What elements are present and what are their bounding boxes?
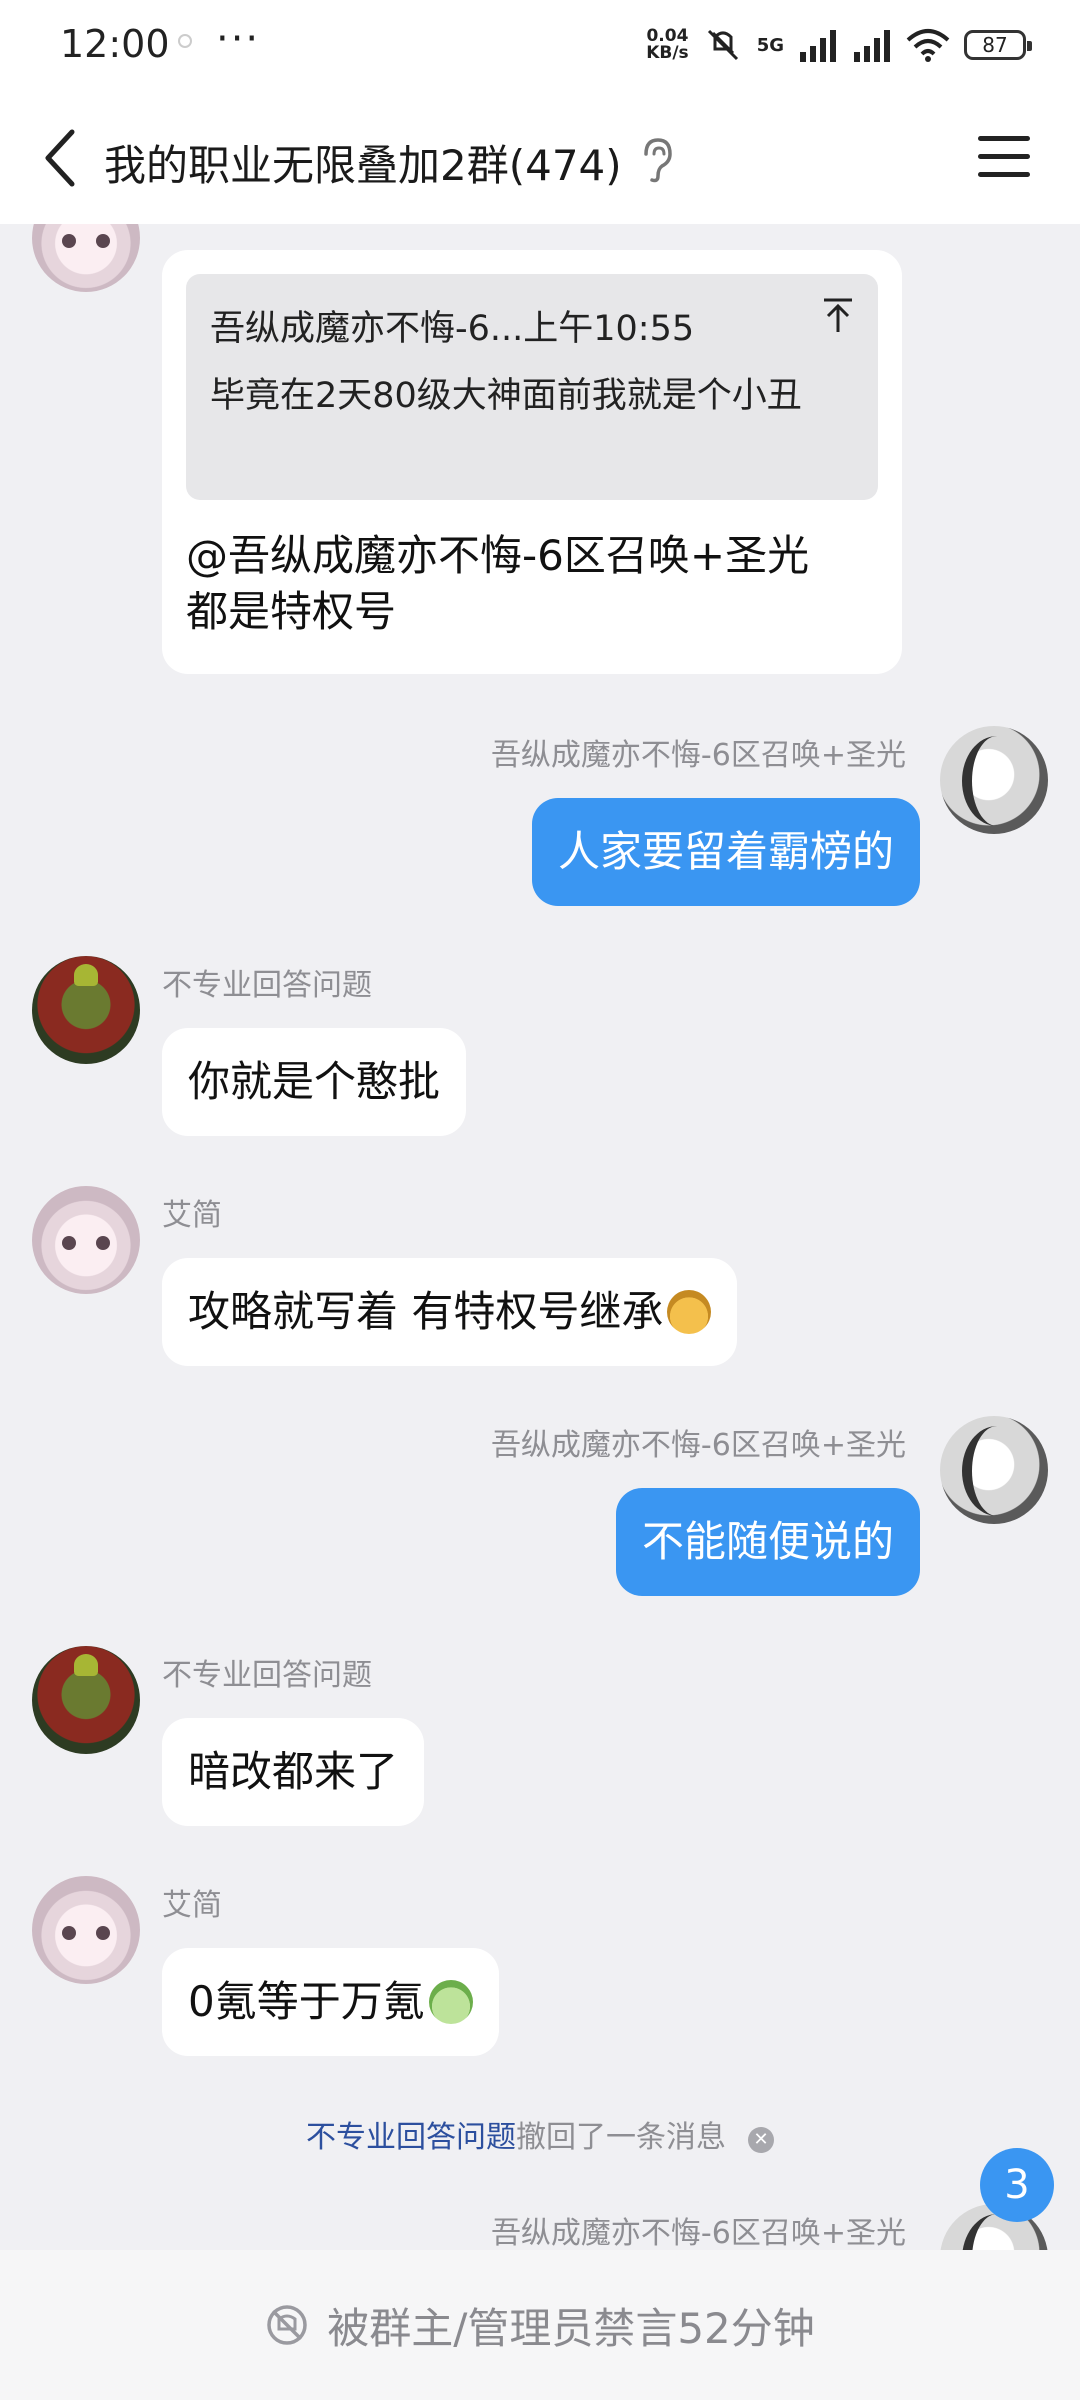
avatar[interactable] (32, 1876, 140, 1984)
quoted-message-header: 吾纵成魔亦不悔-6...上午10:55 (210, 309, 695, 349)
sender-name: 不专业回答问题 (162, 1658, 372, 1693)
message-bubble[interactable]: 0氪等于万氪 (162, 1948, 499, 2056)
message-bubble[interactable]: 攻略就写着 有特权号继承 (162, 1258, 738, 1366)
network-speed: 0.04 KB/s (646, 28, 688, 62)
sender-name: 吾纵成魔亦不悔-6区召唤+圣光 (490, 738, 906, 773)
avatar[interactable] (32, 1186, 140, 1294)
battery-indicator: 87 (964, 30, 1032, 60)
sender-name: 艾简 (162, 1198, 222, 1233)
arrow-up-icon[interactable] (820, 296, 856, 336)
close-icon[interactable]: ✕ (748, 2127, 774, 2153)
message-bubble[interactable]: 暗改都来了 (162, 1718, 425, 1826)
notification-dot-icon (178, 34, 192, 48)
message-bubble[interactable]: 不能随便说的 (615, 1488, 920, 1596)
signal-icon (800, 30, 836, 62)
avatar[interactable] (940, 726, 1048, 834)
status-more-icon: ··· (216, 16, 261, 62)
quote-message-bubble[interactable]: 吾纵成魔亦不悔-6...上午10:55 毕竟在2天80级大神面前我就是个小丑 @… (162, 250, 902, 674)
message-text: 攻略就写着 有特权号继承 (188, 1287, 664, 1336)
quoted-message[interactable]: 吾纵成魔亦不悔-6...上午10:55 毕竟在2天80级大神面前我就是个小丑 (186, 274, 878, 500)
status-indicators: 0.04 KB/s 5G 87 (646, 22, 1032, 68)
network-speed-unit: KB/s (646, 43, 689, 63)
ear-icon[interactable] (636, 136, 676, 184)
message-bubble[interactable]: 人家要留着霸榜的 (531, 798, 920, 906)
message-text: 0氪等于万氪 (188, 1977, 425, 2026)
status-time: 12:00 (60, 22, 170, 66)
back-arrow-icon[interactable] (34, 120, 94, 196)
chat-title[interactable]: 我的职业无限叠加2群(474) (104, 132, 622, 193)
sender-name: 吾纵成魔亦不悔-6区召唤+圣光 (490, 1428, 906, 1463)
mute-status-text: 被群主/管理员禁言52分钟 (327, 2303, 815, 2353)
status-bar: 12:00 ··· 0.04 KB/s 5G 87 (0, 0, 1080, 92)
chat-message-list[interactable]: 吾纵成魔亦不悔-6...上午10:55 毕竟在2天80级大神面前我就是个小丑 @… (0, 224, 1080, 2250)
recall-notice: 不专业回答问题撤回了一条消息 ✕ (0, 2112, 1080, 2156)
recall-sender-name[interactable]: 不专业回答问题 (306, 2120, 516, 2155)
frog-emoji-icon (428, 1980, 473, 2024)
message-text-line: 都是特权号 (186, 587, 397, 636)
network-type: 5G (756, 34, 784, 56)
recall-text: 撤回了一条消息 (516, 2120, 726, 2155)
chat-header: 我的职业无限叠加2群(474) (0, 92, 1080, 224)
wifi-icon (906, 29, 950, 62)
doge-emoji-icon (667, 1290, 712, 1334)
menu-icon[interactable] (978, 136, 1030, 180)
sender-name: 吾纵成魔亦不悔-6区召唤+圣光 (490, 2216, 906, 2250)
avatar[interactable] (32, 224, 140, 292)
vibrate-off-icon (707, 29, 738, 61)
avatar[interactable] (32, 1646, 140, 1754)
message-bubble[interactable]: 你就是个憨批 (162, 1028, 467, 1136)
message-text-line: @吾纵成魔亦不悔-6区召唤+圣光 (186, 531, 810, 580)
quoted-message-text: 毕竟在2天80级大神面前我就是个小丑 (210, 376, 802, 416)
message-text: @吾纵成魔亦不悔-6区召唤+圣光 都是特权号 (186, 528, 876, 640)
sender-name: 不专业回答问题 (162, 968, 372, 1003)
signal-icon-2 (854, 30, 890, 62)
avatar[interactable] (32, 956, 140, 1064)
unread-count-badge[interactable]: 3 (980, 2148, 1054, 2222)
mute-icon (267, 2305, 307, 2345)
muted-input-bar: 被群主/管理员禁言52分钟 (0, 2250, 1080, 2400)
sender-name: 艾简 (162, 1888, 222, 1923)
avatar[interactable] (940, 1416, 1048, 1524)
